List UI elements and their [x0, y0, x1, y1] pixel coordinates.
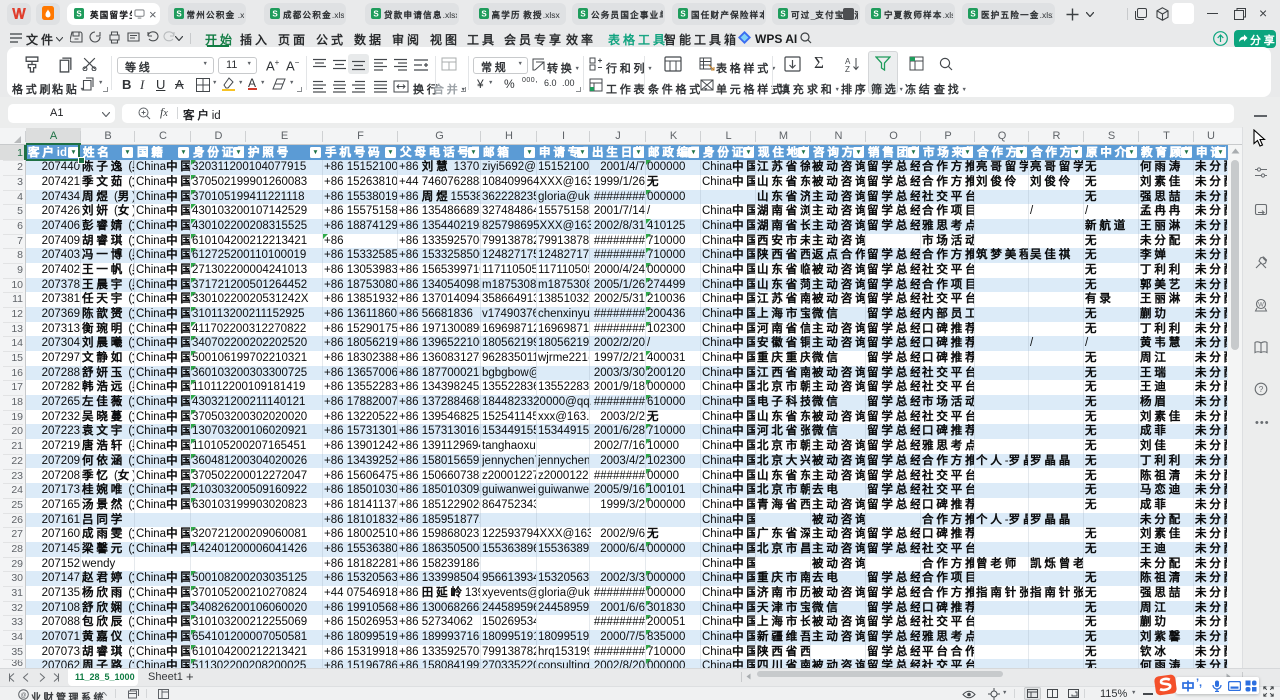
svg-text:S: S — [580, 10, 586, 19]
svg-text:S: S — [272, 10, 278, 19]
svg-text:S: S — [76, 10, 82, 19]
svg-text:Z: Z — [845, 65, 850, 72]
svg-text:?: ? — [1259, 384, 1264, 394]
svg-text:S: S — [970, 10, 976, 19]
svg-text:S: S — [780, 10, 786, 19]
svg-text:@: @ — [20, 693, 26, 699]
svg-text:S: S — [176, 10, 182, 19]
svg-text:S: S — [373, 10, 379, 19]
svg-text:W: W — [1258, 303, 1264, 309]
svg-text:S: S — [873, 10, 879, 19]
svg-text:S: S — [680, 10, 686, 19]
svg-text:S: S — [481, 10, 487, 19]
